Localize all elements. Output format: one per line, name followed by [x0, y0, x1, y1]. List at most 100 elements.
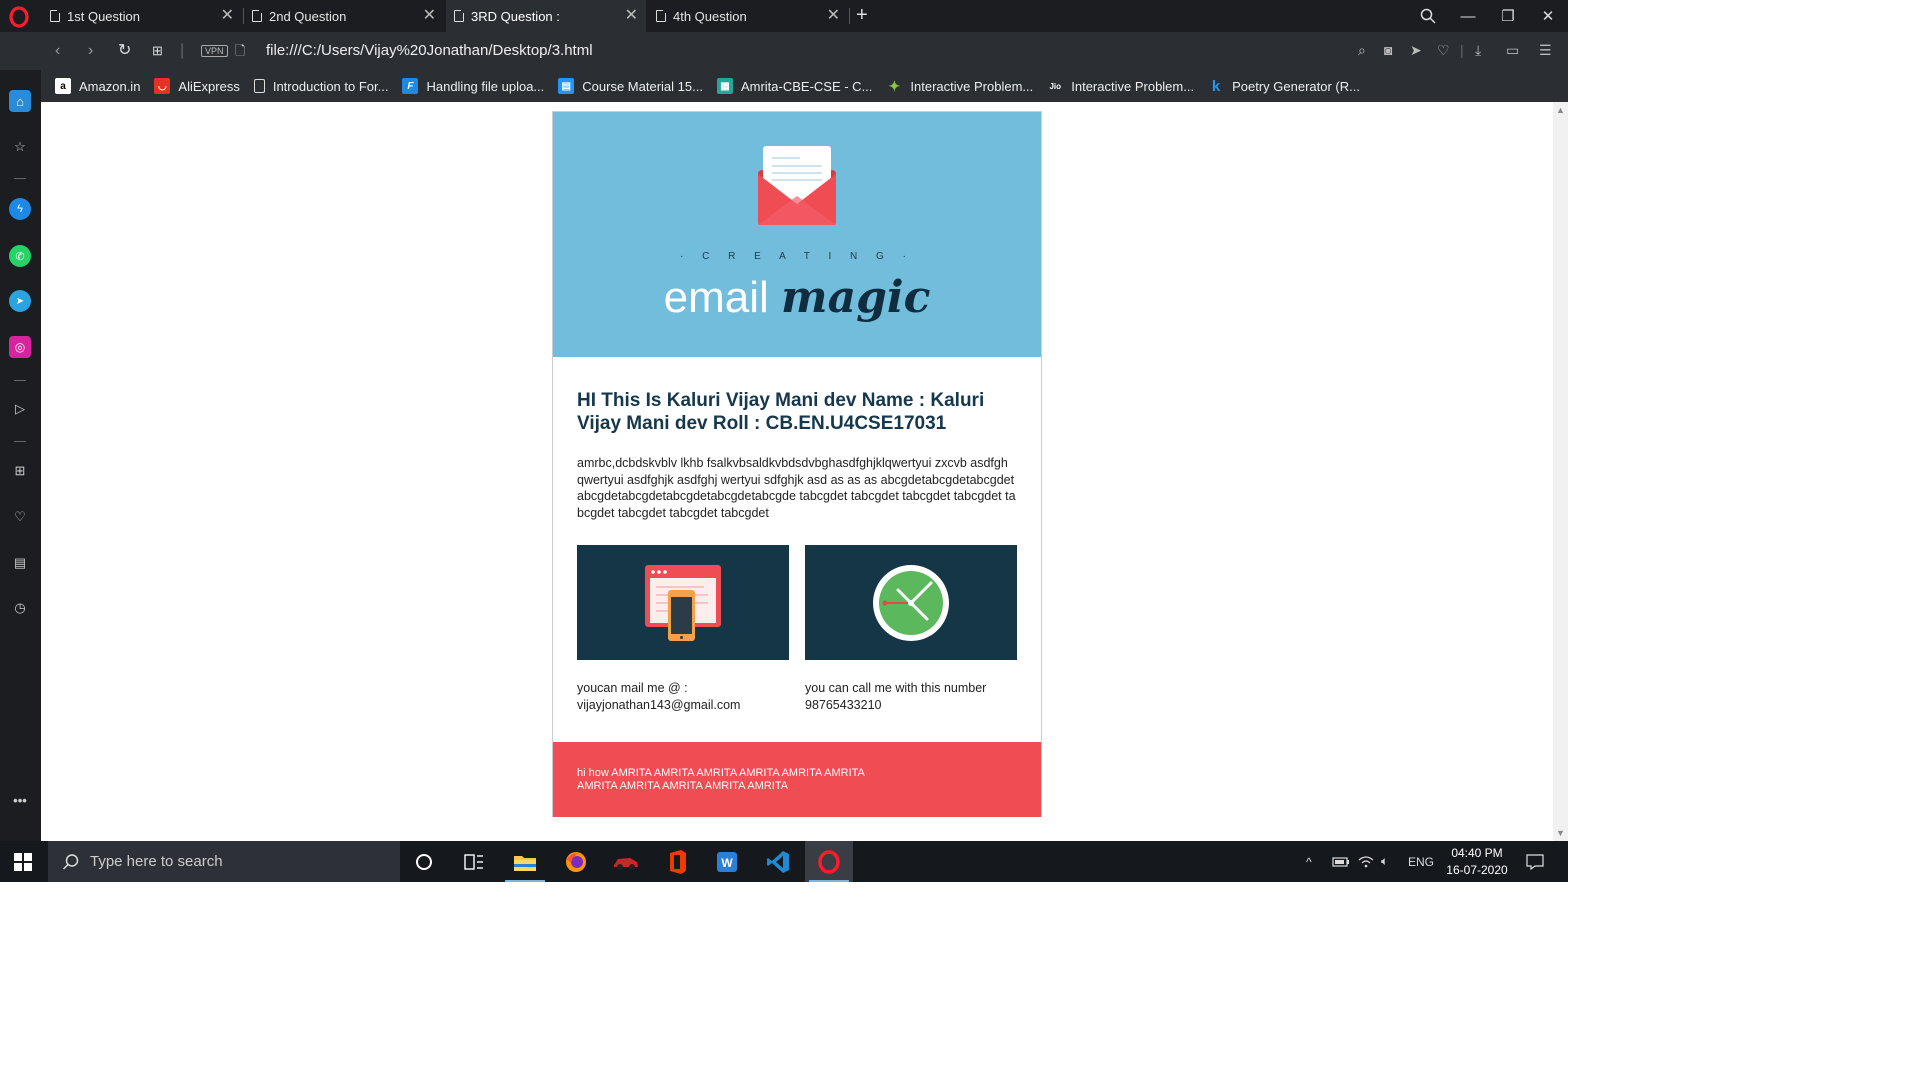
close-icon[interactable]: ✕ [827, 8, 840, 24]
close-icon[interactable]: ✕ [625, 8, 638, 24]
tab-3rd-question[interactable]: 3RD Question : ✕ [446, 0, 646, 32]
page-icon [253, 79, 265, 93]
bookmark-aliexpress[interactable]: ◡ AliExpress [154, 78, 240, 94]
speed-dial-icon[interactable]: ☆ [9, 136, 31, 158]
tab-4th-question[interactable]: 4th Question ✕ [648, 0, 848, 32]
wps-writer-icon[interactable]: W [703, 841, 751, 882]
tab-1st-question[interactable]: 1st Question ✕ [42, 0, 242, 32]
bookmark-interactive-1[interactable]: ✦ Interactive Problem... [886, 77, 1034, 94]
address-bar: ‹ › ↻ ⊞ | VPN 🗋 file:///C:/Users/Vijay%2… [0, 32, 1568, 70]
taskbar-search-box[interactable]: Type here to search [48, 841, 400, 882]
tab-label: 3RD Question : [471, 8, 560, 24]
clock-time: 04:40 PM [1451, 846, 1503, 860]
battery-icon[interactable] [1332, 841, 1350, 882]
url-field[interactable]: file:///C:/Users/Vijay%20Jonathan/Deskto… [266, 42, 593, 59]
search-placeholder: Type here to search [90, 853, 223, 870]
heart-icon[interactable]: ♡ [1437, 42, 1450, 59]
bookmark-poetry[interactable]: k Poetry Generator (R... [1208, 78, 1360, 95]
racing-game-icon[interactable] [602, 841, 650, 882]
more-icon[interactable]: ••• [9, 789, 31, 811]
flow-icon[interactable]: ▷ [9, 398, 31, 420]
bookmark-label: Course Material 15... [582, 78, 703, 94]
minimize-button[interactable]: — [1448, 0, 1488, 32]
tab-divider [849, 8, 850, 24]
restore-button[interactable]: ❐ [1488, 0, 1528, 32]
language-indicator[interactable]: ENG [1408, 841, 1434, 882]
email-hero: · C R E A T I N G · email magic [553, 112, 1041, 357]
hero-title: email magic [553, 272, 1041, 323]
firefox-icon[interactable] [552, 841, 600, 882]
sidebar: ⌂ ☆ ϟ ✆ ➤ ◎ ▷ ⊞ ♡ ▤ ◷ ••• [0, 70, 41, 841]
bookmark-label: Amazon.in [79, 78, 141, 94]
sidebar-divider [14, 178, 26, 179]
history-icon[interactable]: ◷ [9, 597, 31, 619]
wifi-icon[interactable] [1358, 841, 1374, 882]
windows-start-button[interactable] [14, 853, 32, 871]
bookmark-handling-file[interactable]: F Handling file uploa... [402, 78, 544, 94]
telegram-icon[interactable]: ➤ [9, 290, 31, 312]
new-tab-button[interactable]: + [856, 5, 868, 25]
cortana-icon[interactable] [400, 841, 448, 882]
mail-address[interactable]: vijayjonathan143@gmail.com [577, 697, 789, 714]
course-icon: ▤ [558, 78, 575, 94]
footer-line-2: AMRITA AMRITA AMRITA AMRITA AMRITA [577, 780, 789, 792]
mail-label: youcan mail me @ : [577, 681, 688, 695]
office-icon[interactable] [653, 841, 701, 882]
page-info-icon[interactable]: 🗋 [235, 42, 245, 60]
volume-icon[interactable]: 🔈︎ [1381, 841, 1388, 882]
close-icon[interactable]: ✕ [221, 8, 234, 24]
show-hidden-icons[interactable]: ^ [1306, 841, 1312, 882]
divider: | [1460, 42, 1464, 58]
windows-taskbar: Type here to search W ^ 🔈︎ ENG 04:40 PM … [0, 841, 1568, 882]
home-icon[interactable]: ⌂ [9, 90, 31, 112]
star-icon: ✦ [888, 77, 901, 94]
bookmark-introduction[interactable]: Introduction to For... [253, 79, 388, 94]
forward-icon[interactable]: › [88, 42, 93, 60]
whatsapp-icon[interactable]: ✆ [9, 245, 31, 267]
favorites-icon[interactable]: ♡ [9, 506, 31, 528]
opera-logo-icon[interactable] [8, 6, 30, 28]
vpn-badge[interactable]: VPN [201, 45, 228, 57]
bookmark-course-material[interactable]: ▤ Course Material 15... [558, 78, 703, 94]
back-icon[interactable]: ‹ [55, 42, 60, 60]
sidebar-divider [14, 441, 26, 442]
email-columns: youcan mail me @ : vijayjonathan143@gmai… [577, 545, 1017, 713]
notification-center-icon[interactable] [1526, 841, 1544, 882]
close-window-button[interactable]: ✕ [1528, 0, 1568, 32]
send-icon[interactable]: ➤ [1410, 42, 1422, 59]
instagram-icon[interactable]: ◎ [9, 336, 31, 358]
bookmark-interactive-2[interactable]: Jio Interactive Problem... [1047, 78, 1194, 94]
page-icon [50, 9, 61, 22]
battery-saver-icon[interactable]: ▭ [1506, 42, 1519, 59]
camera-icon[interactable]: ◙ [1384, 42, 1392, 58]
close-icon[interactable]: ✕ [423, 8, 436, 24]
file-explorer-icon[interactable] [501, 841, 549, 882]
search-icon [62, 853, 79, 870]
download-icon[interactable]: ⤓ [1475, 42, 1481, 59]
news-icon[interactable]: ▤ [9, 552, 31, 574]
taskbar-clock[interactable]: 04:40 PM 16-07-2020 [1442, 845, 1512, 879]
divider: | [180, 42, 185, 59]
f-icon: F [402, 78, 419, 94]
bookmark-label: Handling file uploa... [426, 78, 545, 94]
messenger-icon[interactable]: ϟ [9, 198, 31, 220]
email-template: · C R E A T I N G · email magic HI This … [552, 111, 1042, 817]
bookmark-amazon[interactable]: a Amazon.in [55, 78, 140, 94]
reload-icon[interactable]: ↻ [118, 42, 131, 60]
vscode-icon[interactable] [754, 841, 802, 882]
scroll-up-arrow[interactable]: ▲ [1556, 105, 1565, 115]
workspaces-icon[interactable]: ⊞ [9, 460, 31, 482]
tab-2nd-question[interactable]: 2nd Question ✕ [244, 0, 444, 32]
search-tabs-icon[interactable] [1408, 0, 1448, 32]
scroll-down-arrow[interactable]: ▼ [1556, 828, 1565, 838]
task-view-icon[interactable] [450, 841, 498, 882]
page-scrollbar[interactable]: ▲ ▼ [1553, 102, 1568, 841]
opera-taskbar-icon[interactable] [805, 841, 853, 882]
tab-grid-icon[interactable]: ⊞ [152, 42, 163, 60]
easy-setup-icon[interactable]: ☰ [1539, 42, 1552, 59]
clock-icon [873, 564, 949, 641]
bookmark-amrita[interactable]: ▦ Amrita-CBE-CSE - C... [716, 78, 872, 94]
email-footer: hi how AMRITA AMRITA AMRITA AMRITA AMRIT… [553, 742, 1041, 817]
device-icon [645, 564, 721, 641]
search-page-icon[interactable]: ⌕ [1358, 42, 1366, 59]
